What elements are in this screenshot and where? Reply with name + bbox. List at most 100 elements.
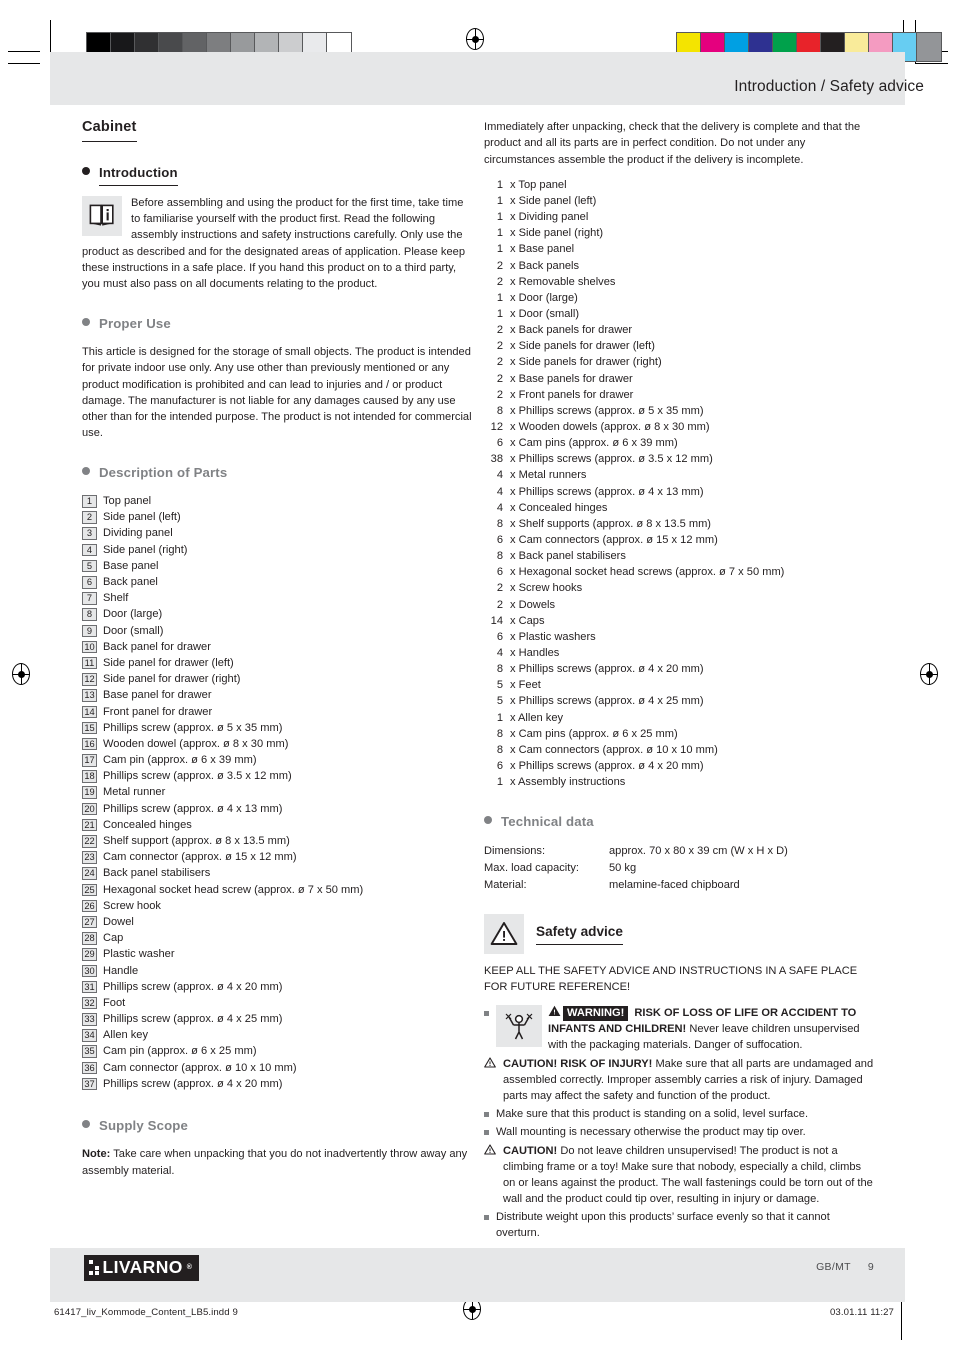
list-item: 18 Phillips screw (approx. ø 3.5 x 12 mm) — [82, 768, 472, 784]
logo-wordmark: LIVARNO — [102, 1257, 183, 1277]
list-item: 6 x Cam pins (approx. ø 6 x 39 mm) — [484, 435, 874, 451]
section-heading-proper-use: Proper Use — [82, 314, 472, 335]
list-item: 5 x Phillips screws (approx. ø 4 x 25 mm) — [484, 693, 874, 709]
safety-bullet-text: WARNING! RISK OF LOSS OF LIFE OR ACCIDEN… — [496, 1005, 874, 1054]
supply-quantity: 4 — [496, 485, 503, 498]
part-label: Foot — [103, 996, 126, 1009]
section-heading-label: Description of Parts — [99, 464, 228, 480]
supply-label: x Cam pins (approx. ø 6 x 39 mm) — [510, 437, 678, 450]
part-label: Phillips screw (approx. ø 4 x 25 mm) — [103, 1013, 283, 1026]
part-number-badge: 16 — [82, 737, 97, 751]
safety-bullet-emphasis: CAUTION! — [503, 1144, 558, 1157]
part-label: Door (large) — [103, 608, 163, 621]
list-item: 8 x Cam connectors (approx. ø 10 x 10 mm) — [484, 742, 874, 758]
part-label: Dowel — [103, 915, 134, 928]
list-item: 6 x Cam connectors (approx. ø 15 x 12 mm) — [484, 532, 874, 548]
part-number-badge: 28 — [82, 932, 97, 945]
safety-bullet-body: Do not leave children unsupervised! The … — [503, 1144, 873, 1206]
part-label: Phillips screw (approx. ø 3.5 x 12 mm) — [103, 770, 292, 783]
registration-mark-top — [466, 28, 484, 50]
part-label: Phillips screw (approx. ø 4 x 20 mm) — [103, 980, 283, 993]
introduction-body: Before assembling and using the product … — [82, 196, 465, 291]
part-label: Cap — [103, 932, 124, 945]
supply-quantity: 8 — [496, 404, 503, 417]
list-item: 30 Handle — [82, 963, 472, 979]
supply-quantity: 8 — [496, 663, 503, 676]
list-item: 8 x Cam pins (approx. ø 6 x 25 mm) — [484, 726, 874, 742]
part-label: Allen key — [103, 1029, 149, 1042]
bullet-icon — [484, 816, 492, 825]
list-item: 2 x Removable shelves — [484, 274, 874, 290]
supply-quantity: 14 — [490, 614, 503, 627]
list-item: 4 x Handles — [484, 645, 874, 661]
list-item: CAUTION! RISK OF INJURY! Make sure that … — [484, 1056, 874, 1105]
livarno-logo: LIVARNO ® — [84, 1255, 200, 1281]
supply-label: x Phillips screws (approx. ø 4 x 25 mm) — [510, 695, 704, 708]
list-item: 8 Door (large) — [82, 606, 472, 622]
part-number-badge: 35 — [82, 1045, 97, 1058]
warning-triangle-icon — [484, 913, 524, 954]
tech-value: melamine-faced chipboard — [609, 878, 740, 891]
supply-label: x Shelf supports (approx. ø 8 x 13.5 mm) — [510, 517, 711, 530]
table-row: Max. load capacity: 50 kg — [484, 860, 788, 877]
list-item: 8 x Shelf supports (approx. ø 8 x 13.5 mm… — [484, 516, 874, 532]
supply-quantity: 1 — [496, 227, 503, 240]
crop-mark-top-left-v — [50, 20, 52, 52]
part-number-badge: 30 — [82, 964, 97, 978]
list-item: 2 x Back panels — [484, 258, 874, 274]
print-timestamp: 03.01.11 11:27 — [830, 1307, 894, 1318]
supply-quantity: 1 — [496, 776, 503, 789]
supply-label: x Cam connectors (approx. ø 10 x 10 mm) — [510, 743, 718, 756]
supply-quantity: 2 — [496, 259, 503, 272]
safety-bullet-text: Distribute weight upon this products’ su… — [496, 1209, 874, 1241]
supply-quantity: 4 — [496, 501, 503, 514]
square-bullet-icon — [484, 1112, 489, 1118]
part-number-badge: 33 — [82, 1013, 97, 1026]
list-item: 4 x Metal runners — [484, 467, 874, 483]
list-item: 1 x Side panel (left) — [484, 193, 874, 209]
list-item: Wall mounting is necessary otherwise the… — [484, 1124, 874, 1140]
supply-quantity: 5 — [496, 695, 503, 708]
supply-label: x Phillips screws (approx. ø 4 x 20 mm) — [510, 663, 704, 676]
bullet-icon — [82, 167, 90, 176]
part-label: Top panel — [103, 495, 152, 508]
supply-quantity: 38 — [490, 453, 503, 466]
list-item: 2 x Dowels — [484, 597, 874, 613]
list-item: 2 Side panel (left) — [82, 509, 472, 525]
supply-label: x Dowels — [510, 598, 556, 611]
supply-quantity: 1 — [496, 291, 503, 304]
supply-label: x Front panels for drawer — [510, 388, 634, 401]
list-item: 8 x Phillips screws (approx. ø 5 x 35 mm) — [484, 403, 874, 419]
list-item: 3 Dividing panel — [82, 525, 472, 541]
list-item: 21 Concealed hinges — [82, 817, 472, 833]
part-label: Hexagonal socket head screw (approx. ø 7… — [103, 883, 364, 896]
tech-value: 50 kg — [609, 861, 637, 874]
crop-mark-top-left-h2 — [8, 63, 40, 65]
calibration-swatch — [917, 33, 941, 61]
list-item: 34 Allen key — [82, 1027, 472, 1043]
crop-mark-top-left-h — [8, 51, 40, 53]
part-number-badge: 6 — [82, 576, 97, 589]
part-label: Cam connector (approx. ø 10 x 10 mm) — [103, 1061, 297, 1074]
part-label: Screw hook — [103, 899, 161, 912]
description-of-parts-list: 1 Top panel 2 Side panel (left) 3 Dividing pa… — [82, 493, 472, 1092]
supply-label: x Back panels for drawer — [510, 324, 633, 337]
part-number-badge: 9 — [82, 624, 97, 638]
square-bullet-icon — [484, 1130, 489, 1136]
list-item: Distribute weight upon this products’ su… — [484, 1209, 874, 1241]
list-item: 12 x Wooden dowels (approx. ø 8 x 30 mm) — [484, 419, 874, 435]
part-label: Cam pin (approx. ø 6 x 25 mm) — [103, 1045, 257, 1058]
part-number-badge: 17 — [82, 754, 97, 767]
supply-label: x Removable shelves — [510, 275, 616, 288]
supply-label: x Side panels for drawer (right) — [510, 356, 662, 369]
supply-label: x Dividing panel — [510, 211, 589, 224]
list-item: 14 x Caps — [484, 613, 874, 629]
safety-bullet-body: Distribute weight upon this products’ su… — [496, 1211, 830, 1240]
child-suffocation-warning-icon — [496, 1005, 542, 1048]
caution-triangle-icon — [484, 1057, 496, 1105]
list-item: 1 x Door (small) — [484, 306, 874, 322]
section-heading-label: Proper Use — [99, 315, 171, 331]
part-label: Dividing panel — [103, 527, 173, 540]
safety-bullet-emphasis: CAUTION! RISK OF INJURY! — [503, 1057, 653, 1070]
part-label: Plastic washer — [103, 948, 175, 961]
